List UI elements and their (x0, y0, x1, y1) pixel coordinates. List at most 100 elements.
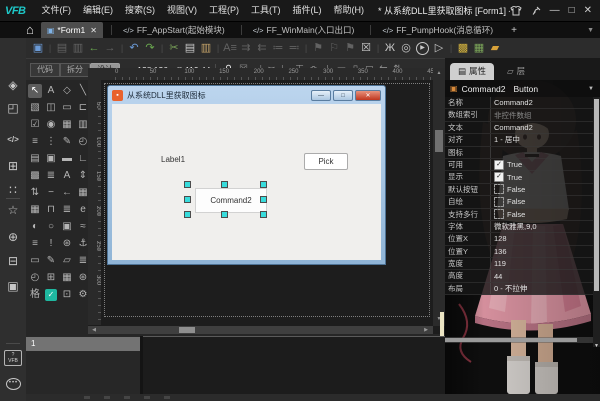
output-list-row[interactable]: 1 (26, 337, 140, 351)
ellipse-control-icon[interactable]: ○ (44, 220, 58, 234)
property-value[interactable]: 119 (490, 258, 593, 270)
window-designer-icon[interactable]: ⊞ (0, 159, 26, 173)
nav-back-icon[interactable]: ← (86, 39, 102, 57)
option-control-icon[interactable]: ◉ (44, 118, 58, 132)
list-off-icon[interactable]: ≕ (286, 39, 302, 57)
property-row[interactable]: 字体 微软雅黑,9,0 (445, 220, 593, 234)
designed-form[interactable]: ▪ 从系统DLL里获取图标 — □ ✕ Label1 Pick Command2 (107, 85, 386, 265)
menu-item[interactable]: 插件(L) (287, 0, 328, 21)
checkbox-icon[interactable] (494, 159, 504, 170)
dial-control-icon[interactable]: ⊛ (60, 237, 74, 251)
scroll-left-icon[interactable]: ◀ (88, 327, 100, 333)
richtext-control-icon[interactable]: A (60, 169, 74, 183)
property-value[interactable]: Command2 (490, 97, 593, 109)
folder-icon[interactable]: ⊟ (0, 254, 26, 268)
property-row[interactable]: 图标 (445, 146, 593, 159)
new-file-icon[interactable]: ⊕ (0, 230, 26, 244)
datepicker-control-icon[interactable]: ▦ (28, 203, 42, 217)
property-value[interactable]: 非控件数组 (490, 109, 593, 121)
copy-icon[interactable]: ▤ (182, 39, 198, 57)
run-noDebug-icon[interactable]: ▷ (431, 39, 447, 57)
property-row[interactable]: 自绘 False (445, 196, 593, 209)
property-row[interactable]: 宽度 119 (445, 258, 593, 271)
table-control-icon[interactable]: ▦ (60, 271, 74, 285)
vfb-help-icon[interactable]: ? VFB (4, 350, 22, 366)
tab-layers[interactable]: ▱ 层 (499, 63, 533, 80)
vslider-control-icon[interactable]: ⋮ (44, 135, 58, 149)
preview-icon[interactable]: ▤ (54, 39, 70, 57)
properties-vertical-scrollbar[interactable]: ▼ (593, 97, 600, 349)
designed-form-client[interactable]: Label1 Pick Command2 (112, 104, 381, 260)
open-folder-icon[interactable]: ▰ (487, 39, 503, 57)
vertical-scroll-thumb[interactable] (435, 130, 443, 152)
selection-handle-nw[interactable] (184, 181, 191, 188)
pick-button-control[interactable]: Pick (304, 153, 348, 170)
save-all-icon[interactable]: ▣ (0, 279, 26, 293)
arrow-control-icon[interactable]: ← (60, 186, 74, 200)
property-row[interactable]: 位置X 128 (445, 233, 593, 246)
feedback-chat-icon[interactable]: ••• (6, 378, 21, 390)
separator[interactable]: | (46, 39, 54, 57)
property-row[interactable]: 显示 True (445, 171, 593, 184)
menu-control-icon[interactable]: ≣ (44, 169, 58, 183)
shape-control-icon[interactable]: ◇ (60, 84, 74, 98)
separator[interactable]: | (374, 39, 382, 57)
datagrid-control-icon[interactable]: ▩ (28, 169, 42, 183)
buttonbar-control-icon[interactable]: ▭ (28, 254, 42, 268)
minimize-button[interactable]: — (550, 1, 560, 21)
pointer-tool-icon[interactable]: ↖ (28, 83, 42, 98)
property-value[interactable]: False (490, 208, 593, 220)
selection-handle-se[interactable] (260, 211, 267, 218)
tree-control-icon[interactable]: ≣ (60, 203, 74, 217)
menu-item[interactable]: 工具(T) (245, 0, 287, 21)
save-icon[interactable]: ▣ (30, 39, 46, 57)
property-row[interactable]: 支持多行 False (445, 208, 593, 221)
property-row[interactable]: 文本 Command2 (445, 121, 593, 135)
list-icon[interactable]: ≔ (270, 39, 286, 57)
pen-control-icon[interactable]: ✎ (60, 135, 74, 149)
outdent-icon[interactable]: ⇇ (254, 39, 270, 57)
designer-horizontal-scrollbar[interactable]: ◀ ▶ (88, 326, 433, 334)
clock-control-icon[interactable]: ◴ (28, 271, 42, 285)
add-tab-button[interactable]: + (501, 25, 527, 36)
spin-control-icon[interactable]: ⇅ (28, 186, 42, 200)
property-value[interactable]: Command2 (490, 121, 593, 134)
property-value[interactable]: 1 - 居中 (490, 134, 593, 146)
menu-item[interactable]: 编辑(E) (77, 0, 119, 21)
divider-control-icon[interactable]: − (44, 186, 58, 200)
designed-form-titlebar[interactable]: ▪ 从系统DLL里获取图标 — □ ✕ (108, 86, 385, 104)
scroll-right-icon[interactable]: ▶ (420, 327, 432, 333)
menu-item[interactable]: 搜索(S) (119, 0, 161, 21)
property-row[interactable]: 高度 44 (445, 270, 593, 283)
designed-form-maximize-button[interactable]: □ (333, 89, 353, 101)
paste-icon[interactable]: ▥ (198, 39, 214, 57)
panel-splitter-handle[interactable] (440, 312, 444, 338)
run-icon[interactable]: ▶ (416, 41, 429, 55)
tab-close-icon[interactable]: ✕ (90, 26, 97, 35)
property-row[interactable]: 位置Y 136 (445, 245, 593, 259)
undo-icon[interactable]: ↶ (126, 39, 142, 57)
menu-item[interactable]: 帮助(H) (328, 0, 371, 21)
label1-control[interactable]: Label1 (161, 155, 185, 164)
code-view-icon[interactable]: </> (0, 135, 26, 144)
property-value[interactable]: 128 (490, 233, 593, 245)
build-icon[interactable]: ◎ (398, 39, 414, 57)
bookmark-prev-icon[interactable]: ⚑ (342, 39, 358, 57)
indent-icon[interactable]: ⇉ (238, 39, 254, 57)
view-mode-button[interactable]: 代码 (30, 62, 60, 77)
pin-icon[interactable] (531, 6, 541, 16)
nav-forward-icon[interactable]: → (102, 39, 118, 57)
selection-handle-ne[interactable] (260, 181, 267, 188)
property-value[interactable]: 0 - 不拉伸 (490, 282, 593, 295)
home-icon[interactable]: ⌂ (26, 22, 34, 38)
selection-handle-w[interactable] (184, 196, 191, 203)
favorites-icon[interactable]: ☆ (0, 203, 26, 217)
selection-handle-n[interactable] (221, 181, 228, 188)
frame-control-icon[interactable]: ◫ (44, 101, 58, 115)
properties-horizontal-scrollbar[interactable] (445, 337, 593, 343)
separator[interactable]: | (158, 39, 166, 57)
close-button[interactable]: ✕ (584, 1, 592, 21)
package-icon[interactable]: ▩ (455, 39, 471, 57)
designed-form-minimize-button[interactable]: — (311, 89, 331, 101)
imagebox-control-icon[interactable]: ▣ (60, 220, 74, 234)
